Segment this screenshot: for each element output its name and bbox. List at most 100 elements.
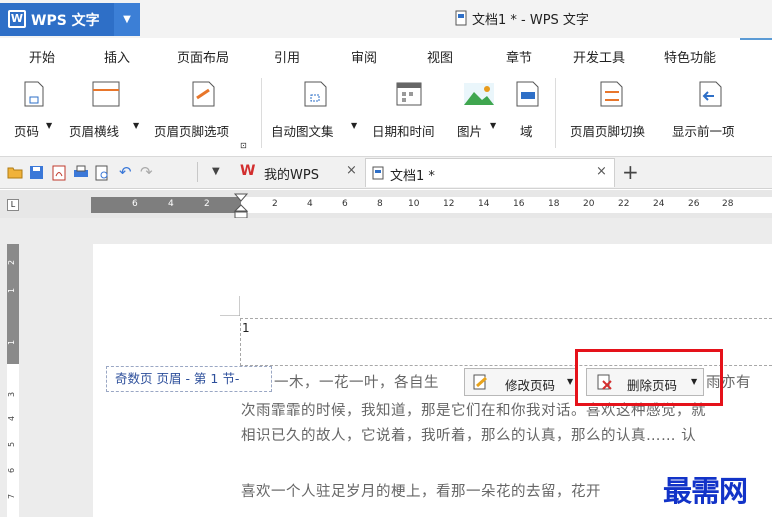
close-tab-icon[interactable]: ×: [346, 163, 357, 178]
ruler-number: 6: [132, 199, 138, 209]
tab-references[interactable]: 引用: [274, 47, 300, 66]
edit-page-icon: [473, 374, 487, 390]
ruler-number: 18: [548, 199, 560, 209]
auto-text-icon[interactable]: [303, 80, 329, 108]
ruler-number: 20: [583, 199, 595, 209]
header-footer-switch-icon[interactable]: [599, 80, 625, 108]
ruler-number: 8: [377, 199, 383, 209]
picture-button[interactable]: 图片: [457, 121, 482, 140]
save-icon[interactable]: [29, 165, 44, 180]
document-icon: [455, 10, 467, 26]
tab-review[interactable]: 审阅: [351, 47, 377, 66]
ruler-number: 2: [272, 199, 278, 209]
tab-special[interactable]: 特色功能: [664, 47, 716, 66]
page-number-button[interactable]: 页码: [14, 121, 39, 140]
vertical-ruler-margin: [7, 244, 19, 314]
header-options-icon[interactable]: [191, 80, 217, 108]
ruler-number: 7: [7, 493, 17, 500]
options-launcher-icon[interactable]: ⊡: [240, 141, 247, 150]
ruler-number: 2: [7, 259, 17, 266]
calendar-icon[interactable]: [394, 78, 424, 108]
tab-stop-selector-icon[interactable]: L: [7, 199, 19, 211]
app-name: WPS 文字: [31, 13, 100, 29]
modify-page-number-label: 修改页码: [505, 378, 556, 393]
header-section-label: 奇数页 页眉 - 第 1 节-: [106, 366, 272, 392]
ruler-number: 4: [168, 199, 174, 209]
ruler-number: 24: [653, 199, 665, 209]
ruler-margin-left: [91, 197, 241, 213]
auto-text-dropdown-icon[interactable]: ▼: [351, 121, 357, 130]
field-button[interactable]: 域: [520, 121, 533, 140]
ruler-number: 5: [7, 441, 17, 448]
ruler-number: 2: [204, 199, 210, 209]
header-options-button[interactable]: 页眉页脚选项: [154, 121, 229, 140]
undo-icon[interactable]: ↶: [119, 163, 132, 181]
field-icon[interactable]: [515, 80, 541, 108]
print-icon[interactable]: [73, 165, 89, 180]
tab-insert[interactable]: 插入: [104, 47, 130, 66]
tab-mywps-label: 我的WPS: [264, 168, 319, 183]
app-menu-dropdown-icon[interactable]: ▼: [114, 3, 140, 36]
ruler-number: 4: [307, 199, 313, 209]
wps-red-logo-icon: W: [240, 163, 256, 179]
ruler-number: 6: [7, 467, 17, 474]
picture-icon[interactable]: [463, 82, 495, 106]
header-footer-switch-button[interactable]: 页眉页脚切换: [570, 121, 645, 140]
export-pdf-icon[interactable]: [51, 165, 67, 181]
ruler-number: 1: [7, 339, 17, 346]
new-tab-icon[interactable]: +: [622, 160, 639, 184]
ruler-number: 28: [722, 199, 734, 209]
toolbar-separator: [197, 162, 198, 182]
customize-dropdown-icon[interactable]: ▼: [212, 166, 220, 177]
tab-document1[interactable]: 文档1 * ×: [365, 158, 615, 187]
highlight-box: [575, 349, 723, 406]
ruler-number: 22: [618, 199, 630, 209]
picture-dropdown-icon[interactable]: ▼: [490, 121, 496, 130]
header-line-dropdown-icon[interactable]: ▼: [133, 121, 139, 130]
active-tab-indicator: [740, 38, 772, 40]
page-number-icon[interactable]: [23, 80, 45, 108]
body-text-line: 喜欢一个人驻足岁月的梗上，看那一朵花的去留，花开: [241, 484, 601, 500]
tab-document1-label: 文档1 *: [390, 169, 435, 184]
document-tab-icon: [372, 166, 384, 180]
header-line-icon[interactable]: [91, 80, 121, 108]
ruler-number: 1: [7, 287, 17, 294]
tab-view[interactable]: 视图: [427, 47, 453, 66]
ribbon-separator: [261, 78, 262, 148]
ribbon-separator: [555, 78, 556, 148]
open-folder-icon[interactable]: [7, 165, 23, 179]
tab-section[interactable]: 章节: [506, 47, 532, 66]
indent-marker-icon[interactable]: [233, 193, 249, 221]
date-time-button[interactable]: 日期和时间: [372, 121, 435, 140]
ruler-number: 26: [688, 199, 700, 209]
auto-text-button[interactable]: 自动图文集: [271, 121, 334, 140]
ruler-number: 3: [7, 391, 17, 398]
site-watermark: 最需网: [663, 474, 748, 508]
ruler-number: 10: [408, 199, 420, 209]
ruler-number: 6: [342, 199, 348, 209]
tab-page-layout[interactable]: 页面布局: [177, 47, 229, 66]
ruler-number: 12: [443, 199, 455, 209]
app-menu-button[interactable]: W WPS 文字 ▼: [0, 3, 140, 36]
redo-icon[interactable]: ↷: [140, 163, 153, 181]
page-number-dropdown-icon[interactable]: ▼: [46, 121, 52, 130]
ruler-number: 14: [478, 199, 490, 209]
body-text-line: 相识已久的故人，它说着，我听着，那么的认真，那么的认真…… 认: [241, 428, 697, 444]
ruler-number: 16: [513, 199, 525, 209]
print-preview-icon[interactable]: [95, 165, 110, 181]
show-previous-icon[interactable]: [698, 80, 724, 108]
ruler-number: 4: [7, 415, 17, 422]
tab-developer[interactable]: 开发工具: [573, 47, 625, 66]
tab-home[interactable]: 开始: [29, 47, 55, 66]
wps-logo-icon: W: [8, 10, 26, 28]
modify-page-number-button[interactable]: 修改页码 ▼: [464, 368, 578, 396]
margin-corner-mark: [220, 296, 240, 316]
tab-mywps[interactable]: W 我的WPS ×: [232, 158, 365, 187]
body-text-line: 一木，一花一叶，各自生: [274, 375, 439, 391]
window-title: 文档1 * - WPS 文字: [472, 13, 589, 28]
show-previous-button[interactable]: 显示前一项: [672, 121, 735, 140]
modify-dropdown-icon[interactable]: ▼: [567, 377, 573, 386]
header-line-button[interactable]: 页眉横线: [69, 121, 119, 140]
page-number-field[interactable]: 1: [242, 321, 250, 335]
close-tab-icon[interactable]: ×: [596, 164, 607, 179]
